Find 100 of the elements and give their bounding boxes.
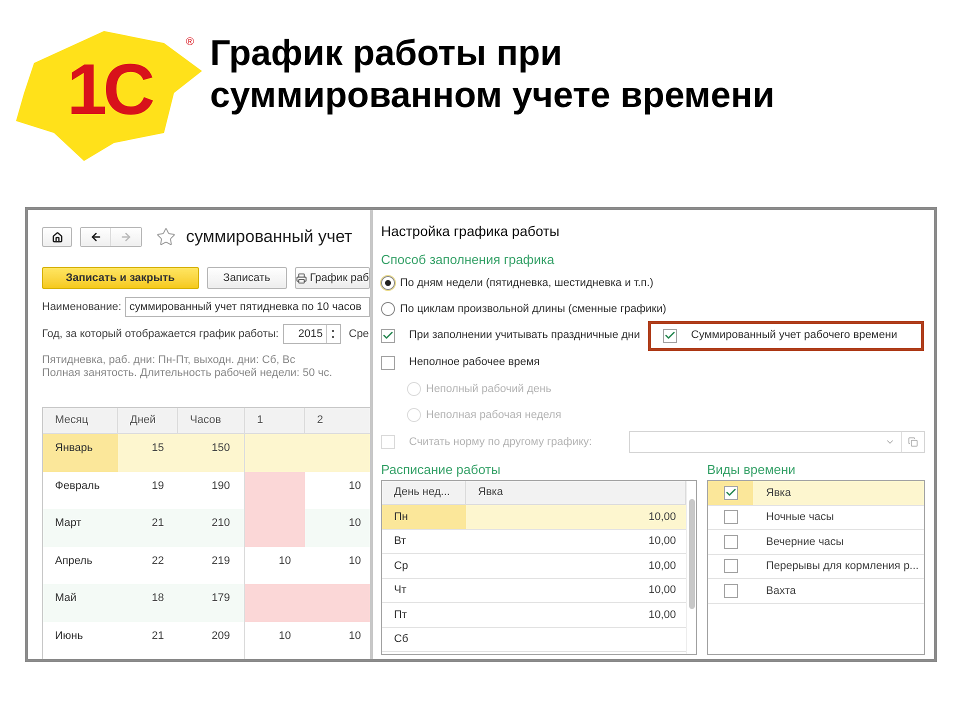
column-header[interactable]: Месяц [43, 408, 118, 433]
table-cell: Январь [43, 434, 118, 472]
column-header[interactable]: 2 [305, 408, 370, 433]
radio-label: По циклам произвольной длины (сменные графики) [400, 302, 666, 317]
table-cell: 209 [178, 622, 245, 659]
slide-title: суммированном учете времени [210, 74, 775, 116]
radio-label: Неполный рабочий день [426, 382, 552, 397]
section-heading: Расписание работы [381, 461, 502, 480]
schedule-info-text: Пятидневка, раб. дни: Пн-Пт, выходн. дни: Сб, Вс [42, 354, 296, 367]
table-cell-text: 19 [150, 478, 165, 494]
checkbox[interactable] [724, 486, 738, 500]
forward-arrow-icon [120, 231, 132, 243]
list-item-label: Ночные часы [766, 510, 834, 525]
table-cell-text: 18 [150, 591, 165, 606]
list-item-label: Вечерние часы [766, 534, 844, 550]
table-row[interactable]: Сб [382, 628, 686, 652]
day-cell-text: 10 [278, 554, 292, 568]
field-label: Год, за который отображается график работы: [42, 326, 279, 342]
table-row[interactable]: Январь 15 150 [43, 434, 370, 472]
column-header[interactable]: 1 [245, 408, 305, 433]
checkbox-label: Суммированный учет рабочего времени [691, 328, 898, 344]
table-cell-text: Апрель [54, 554, 94, 568]
list-row[interactable]: Перерывы для кормления р... [708, 554, 924, 579]
column-header[interactable]: Часов [178, 408, 245, 433]
radio-label: Неполная рабочая неделя [426, 408, 562, 423]
table-cell-text: 21 [150, 516, 165, 531]
radio-button[interactable] [381, 276, 395, 290]
column-header[interactable]: Явка [466, 481, 686, 504]
table-row[interactable]: Март 21 210 10 [43, 509, 370, 546]
table-cell-text: Чт [393, 583, 408, 598]
registered-mark: ® [186, 37, 194, 48]
save-and-close-button[interactable]: Записать и закрыть [42, 267, 199, 289]
field-label: Сре [348, 326, 369, 342]
checkbox[interactable] [663, 328, 678, 342]
table-cell-text: 10,00 [647, 583, 677, 598]
table-cell-text: Сб [393, 632, 410, 647]
day-cell-text: 10 [348, 554, 362, 568]
day-cell-text: 10 [348, 516, 362, 531]
section-heading: Виды времени [707, 461, 796, 480]
print-button[interactable]: График раб [294, 267, 370, 289]
table-cell-text: Март [54, 516, 82, 531]
table-cell-text: 10,00 [647, 558, 677, 574]
radio-label: По дням недели (пятидневка, шестидневка и т.п.) [400, 276, 654, 291]
checkbox[interactable] [724, 584, 738, 598]
section-heading: Способ заполнения графика [381, 251, 556, 270]
table-cell-text: Июнь [54, 628, 84, 644]
logo-text: 1С [66, 54, 152, 126]
table-cell-text: Февраль [54, 478, 101, 494]
name-field[interactable]: суммированный учет пятидневка по 10 часов [125, 297, 370, 317]
table-row[interactable]: Июнь 21 209 10 10 [43, 622, 370, 659]
list-item-label: Явка [766, 486, 791, 500]
checkbox-label: Считать норму по другому графику: [409, 434, 593, 450]
schedule-select-field[interactable] [629, 431, 925, 453]
day-cell-text: 10 [278, 628, 292, 644]
table-cell-text: Ср [393, 558, 410, 574]
checkbox[interactable] [724, 559, 738, 574]
table-cell-text: Май [54, 591, 78, 606]
schedule-info-text: Полная занятость. Длительность рабочей недели: 50 чс. [42, 367, 334, 380]
checkbox-label: Неполное рабочее время [409, 355, 540, 370]
home-button[interactable] [42, 227, 72, 247]
table-cell-text: 15 [150, 441, 165, 456]
table-row[interactable]: Пн 10,00 [382, 505, 686, 530]
checkbox[interactable] [724, 534, 738, 549]
scrollbar[interactable] [686, 481, 696, 654]
list-row[interactable]: Ночные часы [708, 506, 924, 530]
back-button[interactable] [81, 228, 111, 246]
table-cell-text: Пт [393, 608, 408, 622]
checkbox[interactable] [381, 328, 395, 342]
table-row[interactable]: Май 18 179 [43, 584, 370, 622]
checkbox[interactable] [381, 356, 395, 370]
column-header[interactable]: Дней [118, 408, 178, 433]
field-label: Наименование: [42, 300, 122, 315]
star-icon[interactable] [156, 227, 176, 247]
open-icon [908, 437, 918, 447]
column-header[interactable]: День нед... [382, 481, 466, 504]
home-icon [52, 232, 62, 242]
day-cell-text: 10 [348, 478, 362, 494]
table-cell-text: 10,00 [647, 534, 677, 549]
table-row[interactable]: Апрель 22 219 10 10 [43, 546, 370, 584]
list-item-label: Перерывы для кормления р... [766, 559, 919, 574]
table-cell-text: Вт [393, 534, 408, 549]
table-row[interactable]: Чт 10,00 [382, 578, 686, 603]
dialog-title: Настройка графика работы [381, 222, 560, 241]
table-row[interactable]: Вт 10,00 [382, 530, 686, 554]
printer-icon [296, 272, 307, 284]
form-title: суммированный учет [186, 226, 352, 248]
radio-button[interactable] [381, 302, 395, 316]
slide-title: График работы при [210, 32, 564, 74]
year-field[interactable]: 2015 [282, 324, 341, 344]
day-cell-text: 10 [348, 628, 362, 644]
list-item-label: Вахта [766, 584, 796, 598]
table-cell: Пн [382, 505, 466, 528]
back-arrow-icon [90, 231, 102, 243]
table-row[interactable]: Февраль 19 190 10 [43, 472, 370, 509]
checkbox[interactable] [724, 510, 738, 524]
table-cell-text: 10,00 [647, 510, 677, 524]
checkbox-label: При заполнении учитывать праздничные дни [409, 328, 640, 344]
list-row[interactable]: Явка [708, 481, 924, 506]
table-cell-text: 21 [150, 628, 165, 644]
save-button[interactable]: Записать [206, 267, 287, 289]
